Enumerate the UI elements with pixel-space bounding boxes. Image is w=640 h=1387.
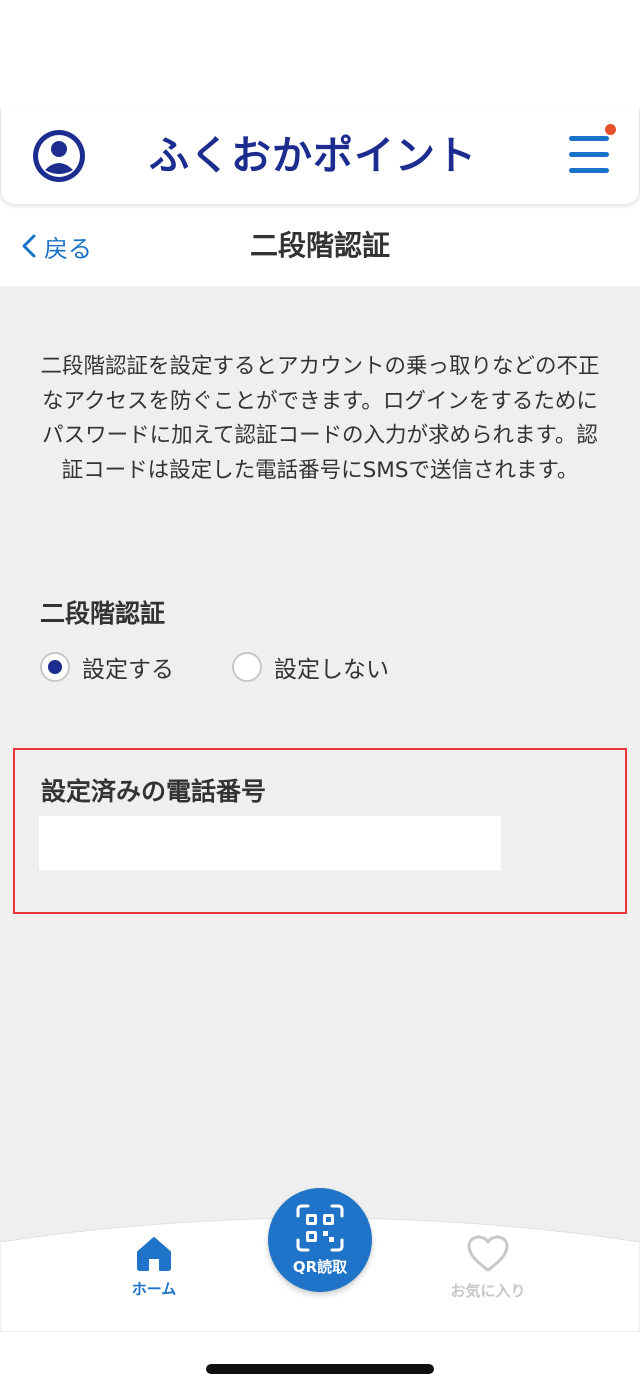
qr-scan-button[interactable]: QR読取 <box>268 1188 372 1292</box>
home-icon <box>137 1237 171 1271</box>
qr-scan-label: QR読取 <box>292 1258 348 1276</box>
tab-favorites[interactable]: お気に入り <box>418 1234 558 1301</box>
registered-phone-value <box>39 816 501 870</box>
account-icon[interactable] <box>31 128 87 184</box>
radio-option-enable[interactable]: 設定する <box>40 650 174 684</box>
app-logo[interactable]: ふくおかポイント <box>149 130 493 182</box>
hamburger-menu-icon[interactable] <box>567 124 616 180</box>
app-header: ふくおかポイント <box>0 108 640 204</box>
radio-label-enable: 設定する <box>82 657 174 683</box>
tab-home[interactable]: ホーム <box>84 1234 224 1299</box>
two-factor-section-title: 二段階認証 <box>40 599 166 628</box>
page-title: 二段階認証 <box>249 229 390 262</box>
tab-favorites-label: お気に入り <box>450 1282 526 1300</box>
radio-button-unselected[interactable] <box>232 652 262 682</box>
registered-phone-section: 設定済みの電話番号 <box>13 748 627 914</box>
home-indicator[interactable] <box>206 1364 434 1374</box>
safe-area <box>0 1332 640 1387</box>
description-text: 二段階認証を設定するとアカウントの乗っ取りなどの不正なアクセスを防ぐことができま… <box>40 354 600 483</box>
tab-home-label: ホーム <box>131 1280 177 1298</box>
registered-phone-label: 設定済みの電話番号 <box>41 777 267 806</box>
radio-label-disable: 設定しない <box>274 657 389 683</box>
sub-navigation: 戻る 二段階認証 <box>0 206 640 286</box>
main-content: 二段階認証を設定するとアカウントの乗っ取りなどの不正なアクセスを防ぐことができま… <box>0 286 640 1286</box>
notification-dot <box>605 124 616 135</box>
radio-button-selected[interactable] <box>40 652 70 682</box>
bottom-tab-bar: ホーム QR読取 お気に入り <box>0 1188 640 1332</box>
heart-icon <box>467 1235 509 1272</box>
radio-option-disable[interactable]: 設定しない <box>232 650 389 684</box>
qr-code-icon <box>296 1204 344 1252</box>
